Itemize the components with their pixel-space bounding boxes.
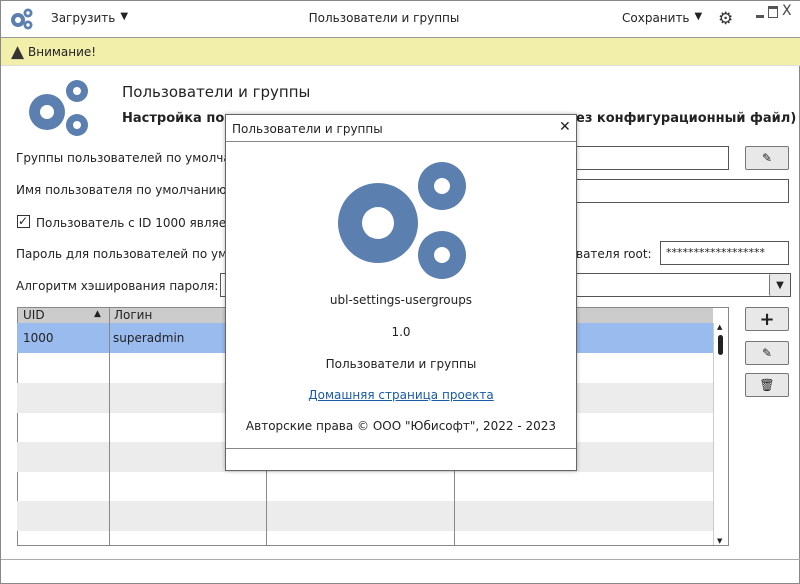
dialog-gears-icon [338, 162, 466, 279]
sort-asc-icon: ▲ [94, 309, 101, 319]
save-label: Сохранить [622, 11, 690, 25]
copyright-text: Авторские права © ООО "Юбисофт", 2022 - … [245, 419, 557, 433]
username-input[interactable] [561, 179, 789, 203]
dialog-footer [226, 448, 576, 449]
banner-title: Пользователи и группы [122, 83, 311, 101]
username-label: Имя пользователя по умолчанию (ес [16, 183, 250, 197]
banner-subtitle-end: ез конфигурационный файл) [576, 111, 797, 126]
warning-bar: ▲ Внимание! [1, 38, 800, 66]
login-cell: superadmin [113, 331, 185, 345]
minimize-icon[interactable] [756, 15, 764, 18]
dialog-close-icon[interactable]: ✕ [559, 119, 571, 135]
hash-label: Алгоритм хэширования пароля: [16, 279, 219, 293]
plus-icon: + [759, 308, 775, 330]
add-user-button[interactable]: + [745, 307, 789, 331]
groups-label: Группы пользователей по умолчани [16, 151, 247, 165]
column-divider [109, 307, 110, 545]
maximize-icon[interactable] [768, 6, 778, 18]
password-label: Пароль для пользователей по умол [16, 247, 243, 261]
homepage-link[interactable]: Домашняя страница проекта [308, 388, 494, 402]
dialog-titlebar: Пользователи и группы ✕ [226, 115, 576, 142]
table-row [17, 501, 713, 531]
hash-dropdown-button[interactable]: ▼ [769, 274, 790, 296]
edit-groups-button[interactable]: ✎ [745, 146, 789, 170]
settings-gear-icon[interactable]: ⚙ [718, 9, 733, 29]
chevron-down-icon: ▼ [776, 279, 784, 291]
app-version: 1.0 [391, 325, 411, 339]
scroll-up-icon[interactable]: ▲ [717, 323, 722, 331]
scroll-thumb[interactable] [718, 335, 723, 355]
column-uid[interactable]: UID [23, 308, 45, 322]
scroll-down-icon[interactable]: ▼ [717, 537, 722, 545]
trash-icon: 🗑 [759, 378, 775, 392]
banner-gears-icon [29, 80, 88, 136]
app-description: Пользователи и группы [325, 357, 477, 371]
save-menu-button[interactable]: Сохранить ▼ [622, 11, 702, 25]
column-login[interactable]: Логин [114, 308, 152, 322]
dialog-title: Пользователи и группы [232, 122, 383, 136]
homepage-link-wrap: Домашняя страница проекта [226, 388, 576, 402]
close-window-icon[interactable]: X [782, 3, 792, 19]
table-scrollbar[interactable]: ▲ ▼ [713, 323, 728, 545]
uid-cell: 1000 [23, 331, 54, 345]
banner-subtitle: Настройка поль [122, 111, 243, 126]
root-password-input[interactable]: ****************** [660, 241, 789, 265]
groups-input[interactable] [561, 146, 729, 170]
status-bar [1, 559, 800, 560]
uid1000-checkbox[interactable]: ✓ [17, 215, 30, 228]
chevron-down-icon: ▼ [694, 11, 703, 22]
edit-icon: ✎ [761, 346, 773, 360]
warning-text: Внимание! [28, 45, 97, 59]
warning-icon: ▲ [11, 42, 25, 62]
app-name: ubl-settings-usergroups [329, 293, 473, 307]
root-password-label: вателя root: [576, 247, 652, 261]
edit-user-button[interactable]: ✎ [745, 341, 789, 365]
uid1000-label: Пользователь с ID 1000 являет [36, 216, 234, 230]
delete-user-button[interactable]: 🗑 [745, 373, 789, 397]
edit-icon: ✎ [761, 151, 773, 165]
about-dialog: Пользователи и группы ✕ ubl-settings-use… [225, 114, 577, 471]
header-bar: Загрузить ▼ Пользователи и группы Сохрани… [1, 1, 800, 38]
